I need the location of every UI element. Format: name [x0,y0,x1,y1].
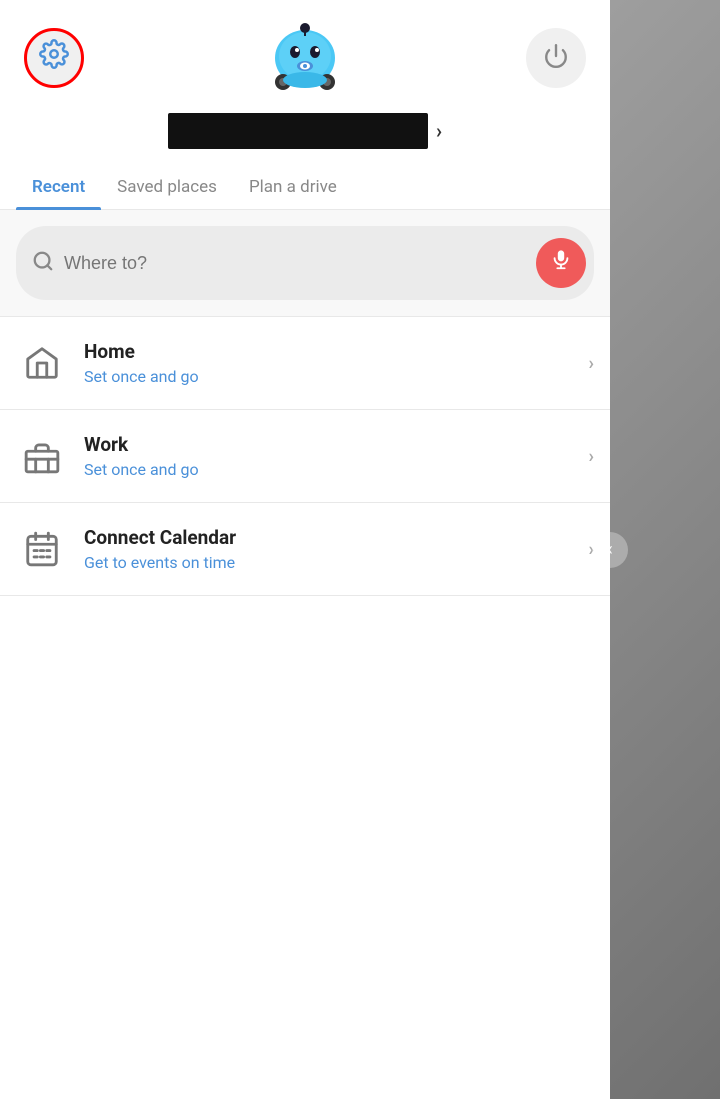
work-text: Work Set once and go [84,433,573,479]
side-chevron-icon: ‹ [607,539,612,560]
work-chevron-icon: › [589,446,594,467]
search-container [0,210,610,317]
tab-saved-places[interactable]: Saved places [101,165,233,209]
waze-character-icon [265,20,345,95]
side-chevron-button[interactable]: ‹ [592,532,628,568]
power-icon [543,43,569,72]
calendar-subtitle: Get to events on time [84,553,573,572]
settings-button[interactable] [24,28,84,88]
work-subtitle: Set once and go [84,460,573,479]
username-chevron-icon: › [436,119,442,143]
calendar-text: Connect Calendar Get to events on time [84,526,573,572]
home-text: Home Set once and go [84,340,573,386]
microphone-icon [550,249,572,277]
home-chevron-icon: › [589,353,594,374]
work-icon [16,430,68,482]
home-icon [16,337,68,389]
search-bar [16,226,594,300]
tab-recent[interactable]: Recent [16,165,101,209]
calendar-icon [16,523,68,575]
search-input[interactable] [64,253,526,274]
work-title: Work [84,433,573,456]
list-item-work[interactable]: Work Set once and go › [0,410,610,503]
gear-icon [39,39,69,76]
side-panel: ‹ [610,0,720,1099]
list-container: Home Set once and go › Work Set once and… [0,317,610,1099]
tabs-container: Recent Saved places Plan a drive [0,165,610,210]
waze-logo [265,20,345,95]
tab-plan-a-drive[interactable]: Plan a drive [233,165,353,209]
main-panel: › Recent Saved places Plan a drive [0,0,610,1099]
search-icon [32,250,54,277]
list-item-home[interactable]: Home Set once and go › [0,317,610,410]
home-title: Home [84,340,573,363]
microphone-button[interactable] [536,238,586,288]
calendar-title: Connect Calendar [84,526,573,549]
username-redacted [168,113,428,149]
username-bar[interactable]: › [0,105,610,165]
home-subtitle: Set once and go [84,367,573,386]
power-button[interactable] [526,28,586,88]
header [0,0,610,105]
list-item-calendar[interactable]: Connect Calendar Get to events on time › [0,503,610,596]
